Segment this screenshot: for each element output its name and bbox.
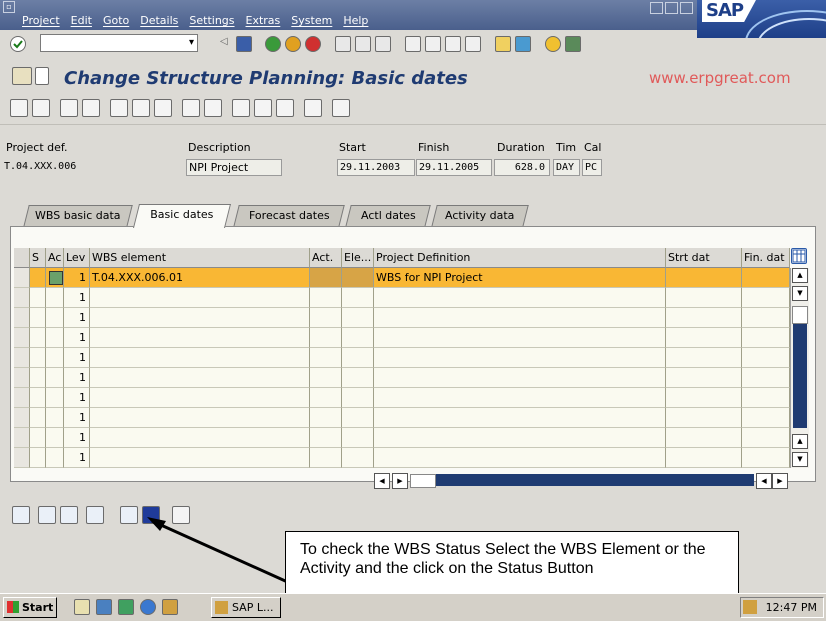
tab-basic-dates[interactable]: Basic dates bbox=[133, 204, 231, 228]
sap-app-icon bbox=[215, 601, 228, 614]
quicklaunch-notepad-icon[interactable] bbox=[74, 599, 90, 615]
start-button[interactable]: Start bbox=[3, 597, 57, 618]
quicklaunch-ie-icon[interactable] bbox=[140, 599, 156, 615]
system-tray: 12:47 PM bbox=[740, 597, 824, 618]
quicklaunch-explorer-icon[interactable] bbox=[96, 599, 112, 615]
clock: 12:47 PM bbox=[765, 601, 817, 614]
taskbar-app-label: SAP L... bbox=[232, 601, 274, 614]
windows-logo-icon bbox=[7, 601, 19, 613]
quicklaunch-clock-icon[interactable] bbox=[118, 599, 134, 615]
annotation-arrow bbox=[147, 517, 293, 586]
start-label: Start bbox=[22, 601, 54, 614]
tray-sap-icon[interactable] bbox=[743, 600, 757, 614]
quicklaunch-sap-icon[interactable] bbox=[162, 599, 178, 615]
windows-taskbar: Start SAP L... 12:47 PM bbox=[0, 593, 826, 621]
tab-label: Basic dates bbox=[150, 208, 214, 221]
taskbar-app-sap[interactable]: SAP L... bbox=[211, 597, 281, 618]
